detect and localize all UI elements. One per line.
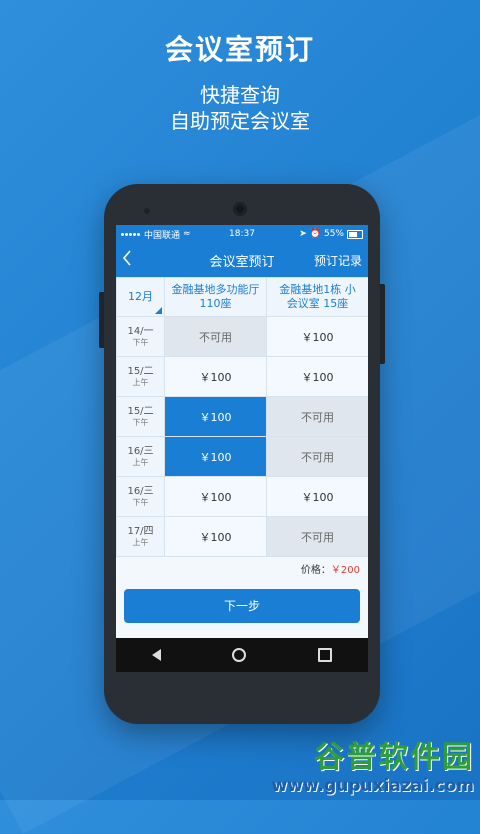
period-label: 下午: [132, 417, 149, 427]
hero-subtitle-line: 自助预定会议室: [170, 109, 310, 133]
month-selector[interactable]: 12月: [116, 277, 165, 317]
room-name: 金融基地多功能厅 110座: [171, 283, 260, 310]
room-name: 金融基地1栋 小会议室 15座: [279, 283, 356, 310]
slot-unavailable: 不可用: [164, 316, 267, 357]
slot-available[interactable]: ￥100: [164, 516, 267, 557]
table-row: 16/三 上午 ￥100 不可用: [116, 436, 368, 477]
slot-available[interactable]: ￥100: [266, 476, 368, 517]
date-label: 16/三: [127, 485, 154, 497]
table-row: 14/一 下午 不可用 ￥100: [116, 316, 368, 357]
corner-triangle-icon: [155, 307, 162, 314]
date-cell: 16/三 下午: [116, 476, 165, 517]
battery-percent: 55%: [323, 229, 344, 239]
slot-available[interactable]: ￥100: [266, 316, 368, 357]
hero-subtitle: 快捷查询 自助预定会议室: [0, 82, 480, 134]
home-circle-icon[interactable]: [232, 648, 247, 662]
android-nav-bar: [116, 638, 368, 672]
booking-history-link[interactable]: 预订记录: [314, 252, 362, 269]
table-row: 15/二 上午 ￥100 ￥100: [116, 356, 368, 397]
date-cell: 15/二 下午: [116, 396, 165, 437]
back-triangle-icon[interactable]: [151, 649, 161, 661]
period-label: 下午: [132, 497, 149, 507]
location-icon: ➤: [299, 229, 307, 239]
period-label: 上午: [132, 537, 149, 547]
slot-selected[interactable]: ￥100: [164, 436, 267, 477]
table-row: 15/二 下午 ￥100 不可用: [116, 396, 368, 437]
status-time: 18:37: [229, 229, 255, 239]
month-label: 12月: [128, 290, 153, 303]
period-label: 上午: [132, 457, 149, 467]
slot-available[interactable]: ￥100: [164, 356, 267, 397]
period-label: 下午: [132, 337, 149, 347]
room-header: 金融基地1栋 小会议室 15座: [266, 277, 368, 317]
room-header: 金融基地多功能厅 110座: [164, 277, 267, 317]
nav-bar: 会议室预订 预订记录: [116, 243, 368, 277]
period-label: 上午: [132, 377, 149, 387]
booking-grid: 12月 金融基地多功能厅 110座 金融基地1栋 小会议室 15座 14/一 下午…: [116, 277, 368, 557]
phone-camera: [233, 202, 247, 216]
grid-header-row: 12月 金融基地多功能厅 110座 金融基地1栋 小会议室 15座: [116, 277, 368, 317]
carrier-name: 中国联通: [144, 230, 181, 241]
watermark-url: www.gupuxiazai.com: [271, 776, 474, 796]
price-label: 价格：: [300, 565, 331, 576]
recents-square-icon[interactable]: [318, 648, 333, 662]
phone-volume-button: [380, 284, 385, 364]
button-area: 下一步: [116, 585, 368, 639]
hero-subtitle-line: 快捷查询: [200, 83, 280, 107]
slot-available[interactable]: ￥100: [266, 356, 368, 397]
date-label: 14/一: [127, 325, 154, 337]
slot-available[interactable]: ￥100: [164, 476, 267, 517]
watermark: 谷普软件园 www.gupuxiazai.com: [272, 732, 474, 796]
date-label: 16/三: [127, 445, 154, 457]
signal-icon: [121, 229, 141, 239]
wifi-icon: ≈: [183, 229, 191, 239]
phone-sensor: [144, 208, 150, 214]
alarm-icon: ⏰: [309, 229, 321, 239]
battery-icon: [347, 229, 363, 239]
date-cell: 16/三 上午: [116, 436, 165, 477]
table-row: 16/三 下午 ￥100 ￥100: [116, 476, 368, 517]
date-label: 15/二: [127, 405, 154, 417]
table-row: 17/四 上午 ￥100 不可用: [116, 516, 368, 557]
app-screen: 中国联通 ≈ 18:37 ➤ ⏰ 55% 会议室预订 预订记录 12月 金融基地…: [116, 225, 368, 664]
date-cell: 17/四 上午: [116, 516, 165, 557]
slot-selected[interactable]: ￥100: [164, 396, 267, 437]
price-bar: 价格：￥200: [116, 557, 368, 585]
slot-unavailable: 不可用: [266, 436, 368, 477]
phone-frame: 中国联通 ≈ 18:37 ➤ ⏰ 55% 会议室预订 预订记录 12月 金融基地…: [99, 184, 385, 724]
next-step-button[interactable]: 下一步: [124, 589, 360, 623]
date-label: 15/二: [127, 365, 154, 377]
slot-unavailable: 不可用: [266, 516, 368, 557]
hero-title: 会议室预订: [164, 33, 315, 66]
price-value: ￥200: [330, 565, 360, 576]
date-cell: 14/一 下午: [116, 316, 165, 357]
date-cell: 15/二 上午: [116, 356, 165, 397]
slot-unavailable: 不可用: [266, 396, 368, 437]
phone-side-button: [99, 292, 104, 348]
watermark-title: 谷普软件园: [314, 740, 474, 775]
status-bar: 中国联通 ≈ 18:37 ➤ ⏰ 55%: [116, 225, 368, 243]
date-label: 17/四: [127, 525, 154, 537]
